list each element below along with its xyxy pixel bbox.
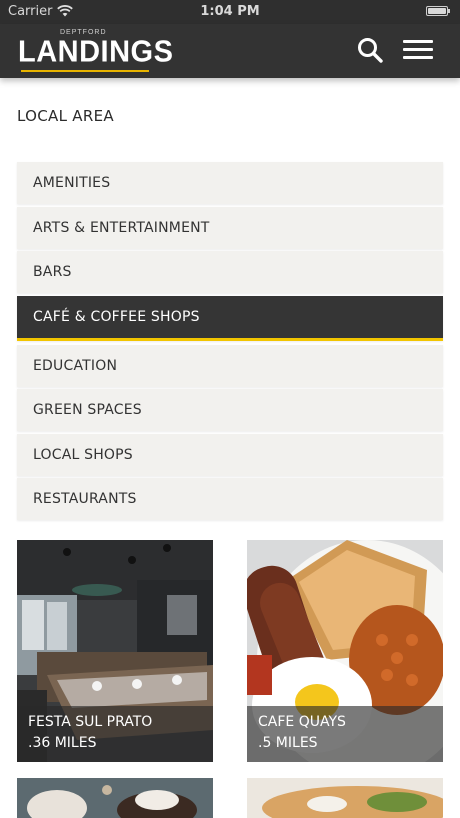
category-label: RESTAURANTS xyxy=(33,491,137,507)
search-icon[interactable] xyxy=(356,36,384,64)
dessert-image xyxy=(17,778,213,818)
category-label: GREEN SPACES xyxy=(33,402,142,418)
logo-underline xyxy=(21,70,149,72)
category-item-local-shops[interactable]: LOCAL SHOPS xyxy=(17,433,443,476)
place-distance: .5 MILES xyxy=(258,735,318,751)
hamburger-menu-icon[interactable] xyxy=(403,38,433,62)
place-card[interactable] xyxy=(247,778,443,818)
category-item-green-spaces[interactable]: GREEN SPACES xyxy=(17,389,443,431)
logo-title: LANDINGS xyxy=(18,35,174,69)
category-item-amenities[interactable]: AMENITIES xyxy=(17,162,443,204)
category-label: CAFÉ & COFFEE SHOPS xyxy=(33,308,200,325)
place-card[interactable]: CAFE QUAYS .5 MILES xyxy=(247,540,443,762)
status-bar: Carrier 1:04 PM xyxy=(0,0,460,24)
sandwich-image xyxy=(247,778,443,818)
category-label: LOCAL SHOPS xyxy=(33,446,133,463)
category-label: EDUCATION xyxy=(33,357,118,374)
battery-icon xyxy=(426,6,450,16)
category-item-restaurants[interactable]: RESTAURANTS xyxy=(17,478,443,520)
category-item-education[interactable]: EDUCATION xyxy=(17,344,443,387)
place-name: CAFE QUAYS xyxy=(258,714,346,730)
category-label: AMENITIES xyxy=(33,175,111,191)
category-label: BARS xyxy=(33,264,72,280)
category-item-bars[interactable]: BARS xyxy=(17,251,443,293)
place-name: FESTA SUL PRATO xyxy=(28,714,153,730)
place-caption: FESTA SUL PRATO .36 MILES xyxy=(17,706,213,762)
clock: 1:04 PM xyxy=(200,4,260,19)
category-item-arts-entertainment[interactable]: ARTS & ENTERTAINMENT xyxy=(17,206,443,249)
place-distance: .36 MILES xyxy=(28,735,97,751)
place-card[interactable] xyxy=(17,778,213,818)
page-title: LOCAL AREA xyxy=(17,107,114,125)
app-header: DEPTFORD LANDINGS xyxy=(0,24,460,78)
category-item-cafe-coffee-shops[interactable]: CAFÉ & COFFEE SHOPS xyxy=(17,295,443,341)
category-label: ARTS & ENTERTAINMENT xyxy=(33,219,210,236)
category-list: AMENITIES ARTS & ENTERTAINMENT BARS CAFÉ… xyxy=(17,162,443,523)
place-caption: CAFE QUAYS .5 MILES xyxy=(247,706,443,762)
place-card[interactable]: FESTA SUL PRATO .36 MILES xyxy=(17,540,213,762)
